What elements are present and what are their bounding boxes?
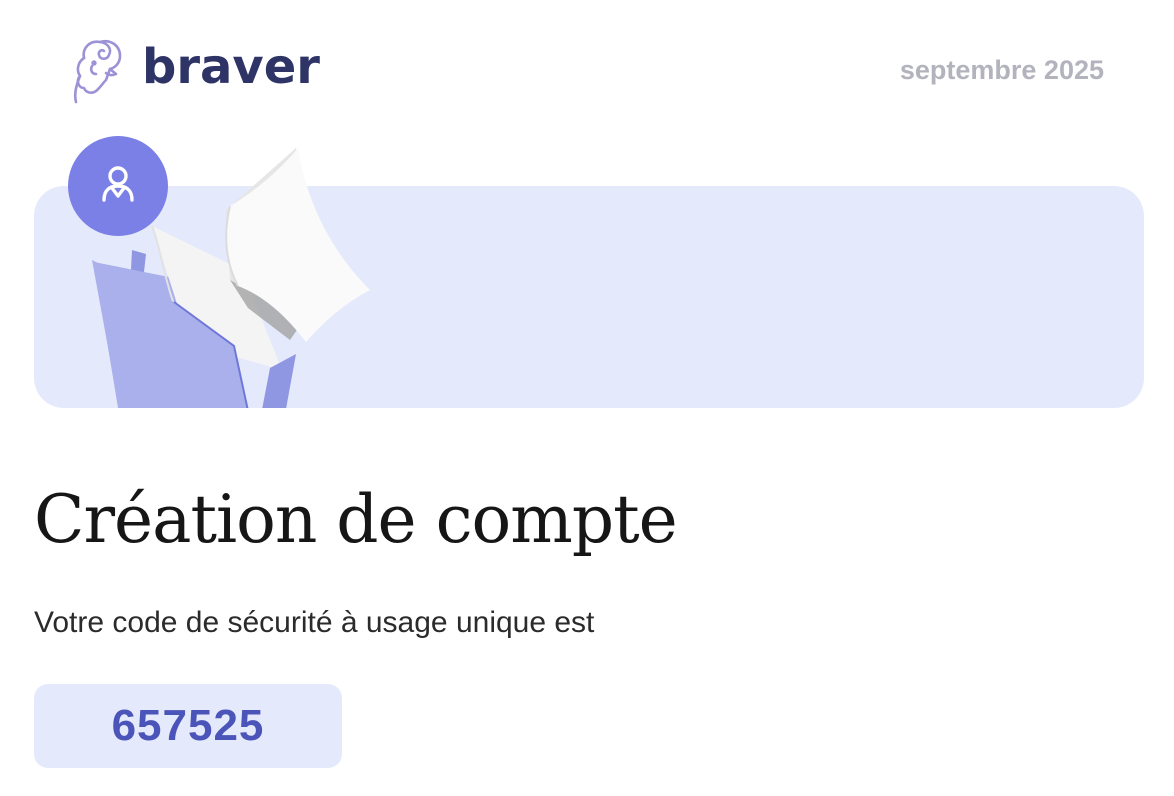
brand-logo[interactable]: braver <box>70 36 320 106</box>
issue-date: septembre 2025 <box>899 55 1104 85</box>
security-code-box[interactable]: 657525 <box>34 684 342 768</box>
email-header: braver septembre 2025 <box>0 0 1174 130</box>
security-code[interactable]: 657525 <box>112 701 265 751</box>
user-badge <box>68 136 168 236</box>
page-title: Création de compte <box>34 481 678 558</box>
code-intro-text: Votre code de sécurité à usage unique es… <box>34 606 595 639</box>
ram-logo-icon <box>73 39 122 104</box>
user-icon <box>102 166 134 202</box>
brand-name: braver <box>142 39 320 95</box>
